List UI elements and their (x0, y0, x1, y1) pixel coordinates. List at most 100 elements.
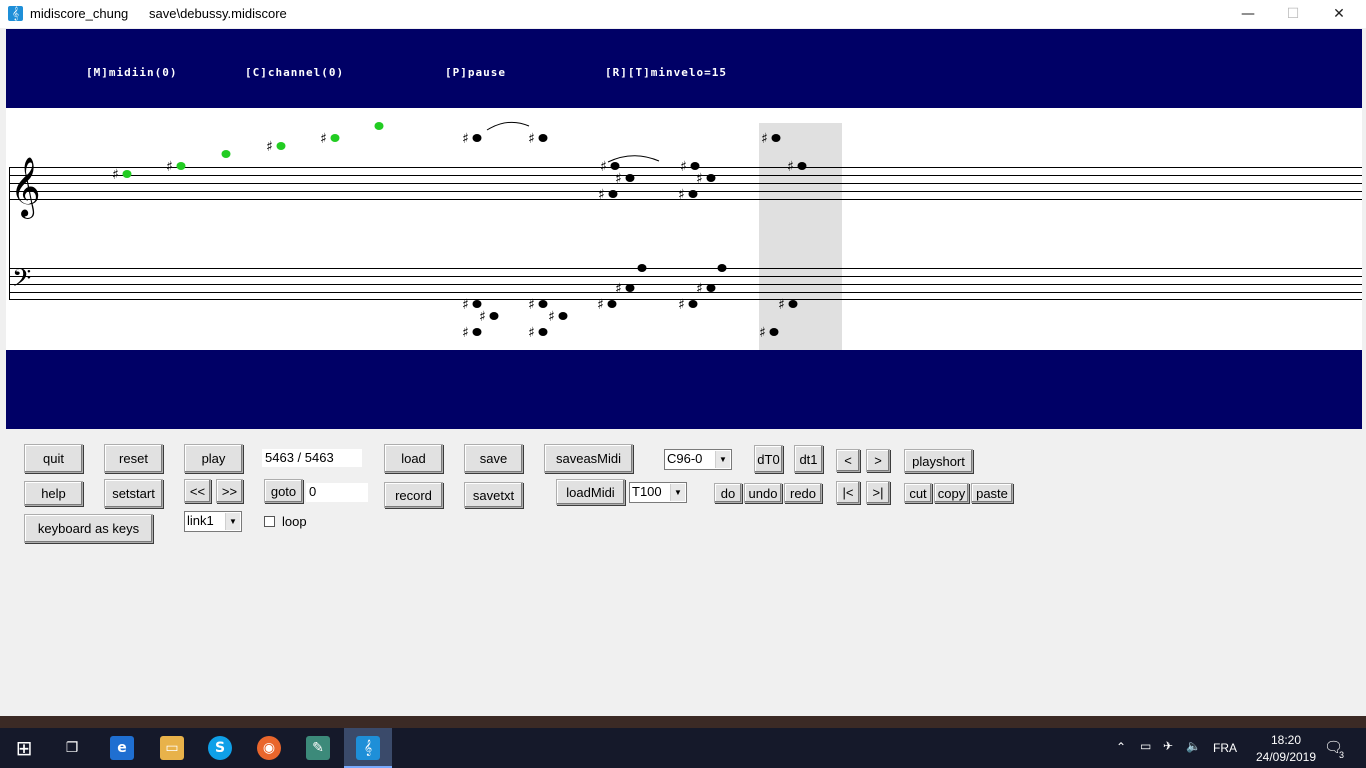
clock-time[interactable]: 18:20 (1262, 733, 1310, 747)
goto-input[interactable]: 0 (306, 483, 368, 502)
note-head[interactable] (625, 284, 635, 292)
next-button[interactable]: > (866, 449, 890, 472)
play-button[interactable]: play (184, 444, 243, 473)
prev-button[interactable]: < (836, 449, 860, 472)
note-head[interactable] (625, 174, 635, 182)
edge-icon[interactable]: e (110, 736, 134, 760)
sharp-icon: ♯ (615, 281, 622, 297)
playback-highlight (759, 123, 842, 350)
c96-select[interactable]: C96-0 ▼ (664, 449, 732, 470)
loop-checkbox[interactable] (264, 516, 275, 527)
language-indicator[interactable]: FRA (1213, 741, 1237, 755)
speaker-icon[interactable]: 🔈 (1186, 739, 1201, 753)
sharp-icon: ♯ (778, 297, 785, 313)
note-head[interactable] (176, 162, 186, 170)
note-head[interactable] (538, 328, 548, 336)
close-button[interactable]: ✕ (1316, 0, 1362, 28)
note-head[interactable] (472, 134, 482, 142)
note-head[interactable] (122, 170, 132, 178)
sharp-icon: ♯ (166, 159, 173, 175)
skype-icon[interactable]: S (208, 736, 232, 760)
note-head[interactable] (706, 284, 716, 292)
note-head[interactable] (489, 312, 499, 320)
note-head[interactable] (637, 264, 647, 272)
note-head[interactable] (771, 134, 781, 142)
note-head[interactable] (607, 300, 617, 308)
setstart-button[interactable]: setstart (104, 479, 163, 508)
savetxt-button[interactable]: savetxt (464, 482, 523, 508)
note-head[interactable] (797, 162, 807, 170)
note-head[interactable] (610, 162, 620, 170)
paste-button[interactable]: paste (971, 483, 1013, 503)
sharp-icon: ♯ (528, 325, 535, 341)
note-head[interactable] (690, 162, 700, 170)
note-head[interactable] (717, 264, 727, 272)
link-select[interactable]: link1 ▼ (184, 511, 242, 532)
reset-button[interactable]: reset (104, 444, 163, 473)
sharp-icon: ♯ (597, 297, 604, 313)
quit-button[interactable]: quit (24, 444, 83, 473)
note-head[interactable] (558, 312, 568, 320)
clock-date[interactable]: 24/09/2019 (1248, 750, 1324, 764)
battery-icon[interactable]: ▭ (1140, 739, 1151, 753)
notepad-icon[interactable]: ✎ (306, 736, 330, 760)
task-view-icon[interactable]: ❐ (60, 736, 84, 760)
note-head[interactable] (374, 122, 384, 130)
redo-button[interactable]: redo (784, 483, 822, 503)
desktop-background (0, 716, 1366, 728)
note-head[interactable] (276, 142, 286, 150)
cut-button[interactable]: cut (904, 483, 932, 503)
help-button[interactable]: help (24, 481, 83, 506)
note-head[interactable] (769, 328, 779, 336)
dt0-button[interactable]: dT0 (754, 445, 783, 473)
minvelo-status: [R][T]minvelo=15 (605, 66, 727, 79)
sharp-icon: ♯ (678, 187, 685, 203)
tempo-select[interactable]: T100 ▼ (629, 482, 687, 503)
last-button[interactable]: >| (866, 481, 890, 504)
note-head[interactable] (330, 134, 340, 142)
note-head[interactable] (538, 134, 548, 142)
note-head[interactable] (688, 300, 698, 308)
note-head[interactable] (472, 328, 482, 336)
minimize-button[interactable]: — (1225, 0, 1271, 28)
firefox-icon[interactable]: ◉ (257, 736, 281, 760)
note-head[interactable] (221, 150, 231, 158)
taskbar (0, 728, 1366, 768)
treble-clef-icon[interactable]: 𝄞 (356, 736, 380, 760)
sharp-icon: ♯ (787, 159, 794, 175)
airplane-icon[interactable]: ✈ (1163, 739, 1173, 753)
undo-button[interactable]: undo (744, 483, 782, 503)
load-midi-button[interactable]: loadMidi (556, 479, 625, 505)
slur (607, 155, 660, 163)
keyboard-as-keys-button[interactable]: keyboard as keys (24, 514, 153, 543)
note-head[interactable] (538, 300, 548, 308)
file-explorer-icon[interactable]: ▭ (160, 736, 184, 760)
first-button[interactable]: |< (836, 481, 860, 504)
copy-button[interactable]: copy (934, 483, 969, 503)
note-head[interactable] (608, 190, 618, 198)
sharp-icon: ♯ (759, 325, 766, 341)
save-as-midi-button[interactable]: saveasMidi (544, 444, 633, 473)
note-head[interactable] (472, 300, 482, 308)
goto-button[interactable]: goto (264, 479, 303, 503)
score-svg[interactable]: 𝄞 𝄢 ♯ ♯ ♯ ♯ ♯ ♯ ♯ ♯ ♯ ♯ ♯ ♯ ♯ ♯ ♯ ♯ ♯ ♯ ♯ ♯ ♯ ♯ ♯ ♯ ♯ ♯ (6, 108, 1362, 350)
record-button[interactable]: record (384, 482, 443, 508)
bass-clef-icon: 𝄢 (12, 264, 31, 299)
chevron-up-icon[interactable]: ⌃ (1116, 740, 1126, 754)
sharp-icon: ♯ (528, 131, 535, 147)
notification-count: 3 (1339, 750, 1345, 760)
save-button[interactable]: save (464, 444, 523, 473)
maximize-button[interactable]: ☐ (1270, 0, 1316, 28)
load-button[interactable]: load (384, 444, 443, 473)
forward-button[interactable]: >> (216, 479, 243, 503)
playshort-button[interactable]: playshort (904, 449, 973, 473)
rewind-button[interactable]: << (184, 479, 211, 503)
do-button[interactable]: do (714, 483, 742, 503)
dt1-button[interactable]: dt1 (794, 445, 823, 473)
windows-start-icon[interactable]: ⊞ (12, 736, 36, 760)
note-head[interactable] (788, 300, 798, 308)
treble-clef-icon: 𝄞 (10, 157, 41, 219)
score-canvas[interactable]: 𝄞 𝄢 ♯ ♯ ♯ ♯ ♯ ♯ ♯ ♯ ♯ ♯ ♯ ♯ ♯ ♯ ♯ ♯ ♯ ♯ ♯ ♯ ♯ ♯ ♯ ♯ ♯ ♯ (6, 108, 1362, 350)
note-head[interactable] (706, 174, 716, 182)
note-head[interactable] (688, 190, 698, 198)
